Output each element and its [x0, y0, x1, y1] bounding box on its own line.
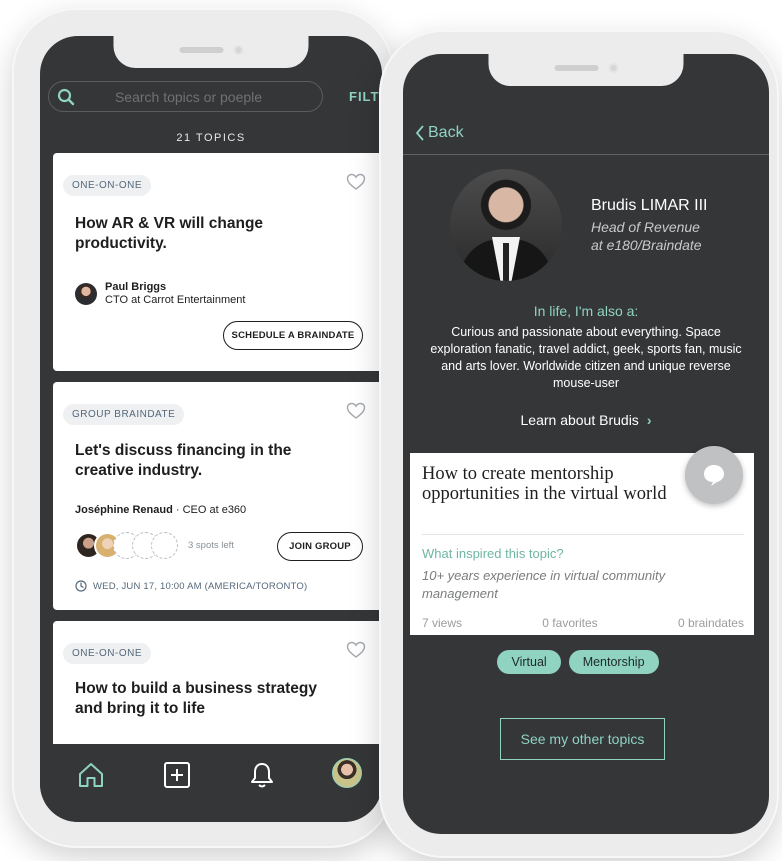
topic-stats: 7 views 0 favorites 0 braindates: [422, 616, 744, 630]
topic-type-badge: ONE-ON-ONE: [63, 643, 151, 664]
header-divider: [403, 154, 769, 155]
back-button[interactable]: Back: [415, 124, 464, 142]
schedule-braindate-button[interactable]: SCHEDULE A BRAINDATE: [223, 321, 363, 350]
profile-name: Brudis LIMAR III: [591, 197, 708, 214]
profile-title-line: Head of Revenue: [591, 219, 700, 235]
heart-icon[interactable]: [346, 402, 366, 420]
braindates-count: 0 braindates: [677, 616, 744, 630]
host-role: · CEO at e360: [175, 504, 247, 516]
profile-screen: Back Brudis LIMAR III Head of Revenue at…: [403, 54, 769, 834]
learn-more-link[interactable]: Learn about Brudis ›: [403, 412, 769, 428]
tab-profile[interactable]: [332, 758, 362, 788]
back-label: Back: [428, 124, 464, 141]
also-text: Curious and passionate about everything.…: [430, 325, 742, 390]
topics-screen: FILT 21 TOPICS ONE-ON-ONE How AR & VR wi…: [40, 36, 382, 822]
tab-notifications[interactable]: [247, 760, 277, 795]
phone-notch: [488, 54, 684, 86]
topic-divider: [422, 534, 744, 535]
clock-icon: [75, 580, 87, 592]
mockup-stage: FILT 21 TOPICS ONE-ON-ONE How AR & VR wi…: [0, 0, 782, 861]
event-date: WED, JUN 17, 10:00 AM (AMERICA/TORONTO): [75, 580, 307, 592]
filter-button[interactable]: FILT: [349, 89, 379, 104]
chat-bubble-icon: [704, 465, 724, 486]
add-icon: [164, 762, 190, 788]
search-icon: [57, 88, 75, 105]
tab-bar: [40, 744, 382, 822]
heart-icon[interactable]: [346, 641, 366, 659]
search-bar[interactable]: [48, 81, 323, 112]
spots-left: 3 spots left: [188, 540, 234, 551]
speaker: [179, 47, 224, 53]
chevron-left-icon: [415, 125, 424, 141]
inspired-label: What inspired this topic?: [422, 546, 564, 561]
tag-virtual[interactable]: Virtual: [497, 650, 561, 674]
topic-title: Let's discuss financing in the creative …: [75, 442, 292, 479]
favorites-count: 0 favorites: [542, 616, 598, 630]
camera: [233, 45, 244, 55]
profile-avatar: [332, 758, 362, 788]
chat-button[interactable]: [685, 446, 743, 504]
photo-tie: [503, 243, 509, 281]
search-input[interactable]: [75, 88, 322, 105]
see-other-topics-button[interactable]: See my other topics: [500, 718, 665, 760]
phone-topics-list: FILT 21 TOPICS ONE-ON-ONE How AR & VR wi…: [12, 8, 394, 848]
profile-company-line: at e180/Braindate: [591, 237, 702, 253]
chevron-right-icon: ›: [646, 412, 652, 428]
views-count: 7 views: [422, 616, 463, 630]
topic-author[interactable]: Paul Briggs CTO at Carrot Entertainment: [75, 281, 245, 307]
topic-title: How to build a business strategy and bri…: [75, 680, 318, 717]
bell-icon: [251, 763, 273, 788]
heart-icon[interactable]: [346, 173, 366, 191]
topic-title: How to create mentorship opportunities i…: [422, 464, 667, 504]
profile-photo: [450, 169, 562, 281]
topics-count: 21 TOPICS: [176, 132, 246, 144]
topic-card[interactable]: GROUP BRAINDATE Let's discuss financing …: [53, 382, 382, 610]
empty-spot: [151, 532, 178, 559]
also-heading: In life, I'm also a:: [533, 303, 639, 319]
participants: 3 spots left: [75, 532, 234, 559]
phone-notch: [113, 36, 309, 68]
speaker: [554, 65, 599, 71]
event-date-text: WED, JUN 17, 10:00 AM (AMERICA/TORONTO): [93, 580, 308, 592]
tag-mentorship[interactable]: Mentorship: [568, 650, 659, 674]
host-name: Joséphine Renaud: [75, 504, 173, 516]
home-icon: [79, 763, 103, 787]
learn-more-label: Learn about Brudis: [520, 412, 639, 428]
topic-card[interactable]: ONE-ON-ONE How to build a business strat…: [53, 621, 382, 761]
phone-profile: Back Brudis LIMAR III Head of Revenue at…: [379, 30, 779, 858]
author-name: Paul Briggs: [105, 281, 167, 293]
author-role: CTO at Carrot Entertainment: [105, 294, 246, 306]
featured-topic-card[interactable]: How to create mentorship opportunities i…: [410, 446, 754, 635]
topic-title: How AR & VR will change productivity.: [75, 215, 264, 252]
tab-add[interactable]: [162, 760, 192, 795]
avatar: [75, 283, 97, 305]
inspired-text: 10+ years experience in virtual communit…: [422, 568, 666, 601]
topic-tags: Virtual Mentorship: [403, 650, 769, 674]
topic-type-badge: GROUP BRAINDATE: [63, 404, 185, 425]
join-group-button[interactable]: JOIN GROUP: [277, 532, 363, 561]
topic-card[interactable]: ONE-ON-ONE How AR & VR will change produ…: [53, 153, 382, 371]
topic-host[interactable]: Joséphine Renaud · CEO at e360: [75, 504, 246, 516]
camera: [608, 63, 619, 73]
profile-title: Head of Revenue at e180/Braindate: [591, 218, 702, 254]
tab-home[interactable]: [76, 760, 106, 795]
topic-type-badge: ONE-ON-ONE: [63, 175, 151, 196]
